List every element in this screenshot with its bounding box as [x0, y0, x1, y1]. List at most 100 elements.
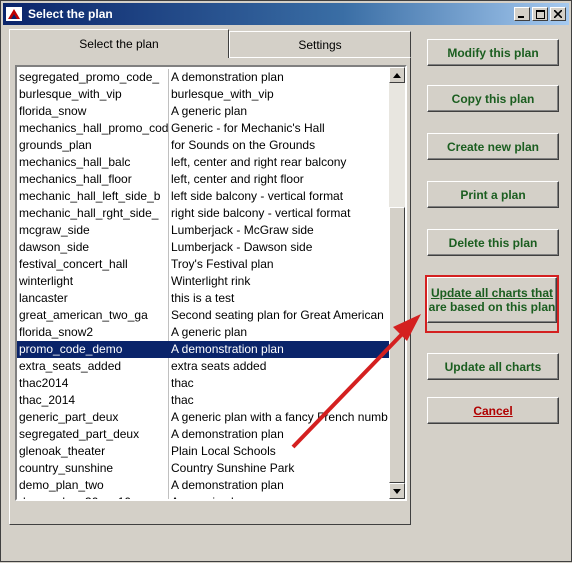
- plan-description-cell: burlesque_with_vip: [171, 87, 274, 101]
- table-row[interactable]: florida_snow2 A generic plan: [17, 324, 389, 341]
- table-row[interactable]: burlesque_with_vip burlesque_with_vip: [17, 86, 389, 103]
- plan-name-cell: florida_snow2: [17, 324, 169, 341]
- table-row[interactable]: mechanics_hall_balc left, center and righ…: [17, 154, 389, 171]
- plan-name-cell: dawson_side: [17, 239, 169, 256]
- plan-description-cell: A demonstration plan: [171, 478, 284, 492]
- plan-description-cell: thac: [171, 376, 194, 390]
- table-row[interactable]: demo_plan_30_x_10A generic plan: [17, 494, 389, 499]
- table-row[interactable]: florida_snow A generic plan: [17, 103, 389, 120]
- table-row[interactable]: extra_seats_added extra seats added: [17, 358, 389, 375]
- plan-name-cell: great_american_two_ga: [17, 307, 169, 324]
- plan-name-cell: mechanics_hall_promo_cod: [19, 120, 169, 137]
- plan-description-cell: A generic plan: [169, 494, 389, 499]
- plan-name-cell: extra_seats_added: [17, 358, 169, 375]
- table-row[interactable]: glenoak_theater Plain Local Schools: [17, 443, 389, 460]
- plan-name-cell: grounds_plan: [17, 137, 169, 154]
- plan-description-cell: A generic plan: [171, 104, 248, 118]
- plan-description-cell: Lumberjack - Dawson side: [171, 240, 313, 254]
- plan-name-cell: festival_concert_hall: [17, 256, 169, 273]
- plan-description-cell: Second seating plan for Great American: [171, 308, 384, 322]
- plan-name-cell: florida_snow: [17, 103, 169, 120]
- table-row[interactable]: winterlight Winterlight rink: [17, 273, 389, 290]
- plan-name-cell: mcgraw_side: [17, 222, 169, 239]
- table-row[interactable]: thac2014 thac: [17, 375, 389, 392]
- plan-description-cell: for Sounds on the Grounds: [171, 138, 316, 152]
- plan-name-cell: segregated_part_deux: [17, 426, 169, 443]
- plan-description-cell: Country Sunshine Park: [171, 461, 295, 475]
- plan-name-cell: mechanics_hall_floor: [17, 171, 169, 188]
- plan-name-cell: mechanic_hall_rght_side_: [17, 205, 169, 222]
- table-row[interactable]: mechanic_hall_left_side_b left side balco…: [17, 188, 389, 205]
- select-plan-window: Select the plan Settings Select the plan…: [0, 0, 572, 562]
- plan-name-cell: demo_plan_30_x_10: [17, 494, 169, 499]
- plan-description-cell: A generic plan with a fancy French numb: [171, 410, 388, 424]
- plan-description-cell: Lumberjack - McGraw side: [171, 223, 314, 237]
- update-all-charts-button[interactable]: Update all charts: [427, 353, 559, 380]
- plan-description-cell: A generic plan: [171, 325, 248, 339]
- update-based-line2: are based on this plan: [428, 300, 556, 314]
- plan-description-cell: A demonstration plan: [171, 70, 284, 84]
- plan-description-cell: Plain Local Schools: [171, 444, 276, 458]
- scrollbar-thumb[interactable]: [389, 207, 405, 483]
- app-icon: [6, 6, 22, 22]
- update-based-line1: Update all charts that: [430, 286, 554, 300]
- plan-name-cell: burlesque_with_vip: [17, 86, 169, 103]
- plan-description-cell: right side balcony - vertical format: [171, 206, 351, 220]
- plan-name-cell: promo_code_demo: [17, 341, 169, 358]
- plan-description-cell: thac: [171, 393, 194, 407]
- table-row[interactable]: mechanic_hall_rght_side_ right side balco…: [17, 205, 389, 222]
- tab-select-plan[interactable]: Select the plan: [9, 29, 229, 58]
- scroll-down-icon[interactable]: [389, 483, 405, 499]
- plan-description-cell: Winterlight rink: [171, 274, 251, 288]
- plan-name-cell: generic_part_deux: [17, 409, 169, 426]
- update-based-charts-button[interactable]: Update all charts that are based on this…: [427, 277, 557, 323]
- table-row[interactable]: mechanics_hall_floor left, center and rig…: [17, 171, 389, 188]
- table-row[interactable]: generic_part_deux A generic plan with a f…: [17, 409, 389, 426]
- plan-name-cell: glenoak_theater: [17, 443, 169, 460]
- modify-plan-button[interactable]: Modify this plan: [427, 39, 559, 66]
- plan-description-cell: left side balcony - vertical format: [171, 189, 344, 203]
- tab-settings[interactable]: Settings: [229, 31, 411, 58]
- plan-name-cell: winterlight: [17, 273, 169, 290]
- plan-description-cell: A demonstration plan: [171, 342, 284, 356]
- create-plan-button[interactable]: Create new plan: [427, 133, 559, 160]
- table-row[interactable]: promo_code_demo A demonstration plan: [17, 341, 389, 358]
- table-row[interactable]: segregated_promo_code_ A demonstration pl…: [17, 69, 389, 86]
- title-bar[interactable]: Select the plan: [3, 3, 569, 25]
- table-row[interactable]: dawson_side Lumberjack - Dawson side: [17, 239, 389, 256]
- plan-description-cell: left, center and right rear balcony: [171, 155, 347, 169]
- cancel-button[interactable]: Cancel: [427, 397, 559, 424]
- plan-name-cell: thac_2014: [17, 392, 169, 409]
- table-row[interactable]: segregated_part_deux A demonstration plan: [17, 426, 389, 443]
- table-row[interactable]: mechanics_hall_promo_cod Generic - for Me…: [17, 120, 389, 137]
- minimize-icon[interactable]: [514, 7, 530, 21]
- delete-plan-button[interactable]: Delete this plan: [427, 229, 559, 256]
- table-row[interactable]: mcgraw_side Lumberjack - McGraw side: [17, 222, 389, 239]
- maximize-icon[interactable]: [532, 7, 548, 21]
- print-plan-button[interactable]: Print a plan: [427, 181, 559, 208]
- plan-description-cell: Troy's Festival plan: [171, 257, 274, 271]
- close-icon[interactable]: [550, 7, 566, 21]
- plan-description-cell: extra seats added: [171, 359, 267, 373]
- plan-name-cell: mechanics_hall_balc: [17, 154, 169, 171]
- plan-name-cell: thac2014: [17, 375, 169, 392]
- table-row[interactable]: demo_plan_two A demonstration plan: [17, 477, 389, 494]
- plan-name-cell: segregated_promo_code_: [17, 69, 169, 86]
- table-row[interactable]: great_american_two_ga Second seating plan…: [17, 307, 389, 324]
- table-row[interactable]: country_sunshine Country Sunshine Park: [17, 460, 389, 477]
- copy-plan-button[interactable]: Copy this plan: [427, 85, 559, 112]
- plan-name-cell: mechanic_hall_left_side_b: [17, 188, 169, 205]
- window-title: Select the plan: [28, 7, 113, 21]
- table-row[interactable]: lancaster this is a test: [17, 290, 389, 307]
- plan-name-cell: country_sunshine: [17, 460, 169, 477]
- table-row[interactable]: grounds_plan for Sounds on the Grounds: [17, 137, 389, 154]
- table-row[interactable]: thac_2014 thac: [17, 392, 389, 409]
- plan-description-cell: A demonstration plan: [171, 427, 284, 441]
- vertical-scrollbar[interactable]: [389, 67, 405, 499]
- scroll-up-icon[interactable]: [389, 67, 405, 83]
- table-row[interactable]: festival_concert_hall Troy's Festival pla…: [17, 256, 389, 273]
- plan-list[interactable]: segregated_promo_code_ A demonstration pl…: [15, 65, 407, 501]
- plan-name-cell: demo_plan_two: [17, 477, 169, 494]
- plan-rows: segregated_promo_code_ A demonstration pl…: [17, 69, 389, 499]
- plan-description-cell: Generic - for Mechanic's Hall: [171, 121, 325, 135]
